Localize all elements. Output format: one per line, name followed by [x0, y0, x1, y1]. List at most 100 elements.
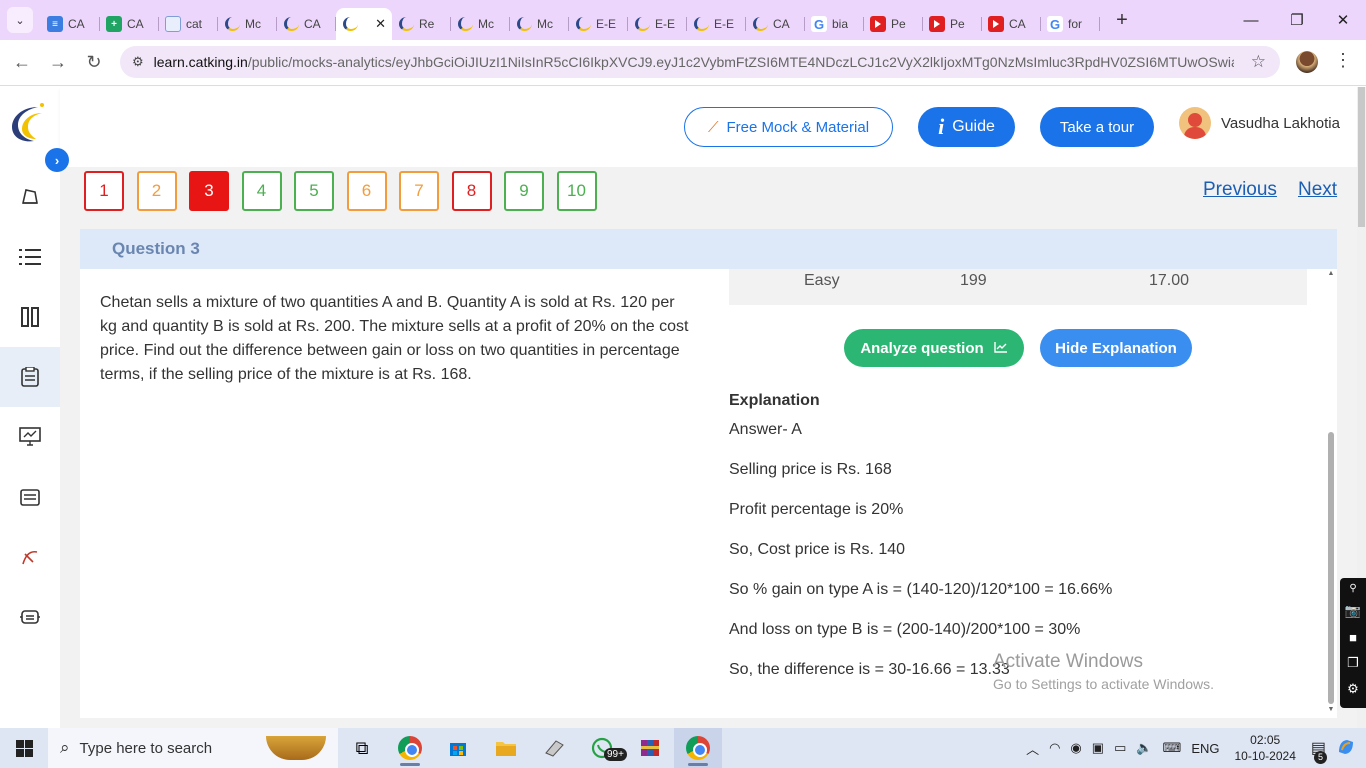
user-name[interactable]: Vasudha Lakhotia [1221, 115, 1340, 132]
browser-tab[interactable]: Pe [923, 8, 982, 40]
taskbar-clock[interactable]: 02:05 10-10-2024 [1234, 732, 1295, 764]
settings-gear-icon[interactable]: ⚙ [1340, 676, 1366, 702]
browser-tab[interactable]: Gbia [805, 8, 864, 40]
columns-icon[interactable] [0, 287, 60, 347]
support-icon[interactable] [0, 587, 60, 647]
winrar-icon[interactable] [626, 728, 674, 768]
monitor-icon[interactable] [0, 407, 60, 467]
ebook-icon[interactable] [0, 467, 60, 527]
browser-tab[interactable]: + CA [100, 8, 159, 40]
expand-sidebar-button[interactable]: › [45, 148, 69, 172]
chrome-active-taskbar-icon[interactable] [674, 728, 722, 768]
take-a-tour-button[interactable]: Take a tour [1040, 107, 1154, 147]
question-number-button[interactable]: 8 [451, 171, 492, 211]
action-icon[interactable]: ▣ [1092, 740, 1104, 756]
drive-app-icon[interactable] [530, 728, 578, 768]
free-mock-material-button[interactable]: ⟋ Free Mock & Material [684, 107, 893, 147]
network-icon[interactable]: ◠ [1049, 740, 1060, 756]
browser-profile-avatar[interactable] [1296, 51, 1318, 73]
browser-tab[interactable]: CA [277, 8, 336, 40]
close-tab-icon[interactable]: ✕ [375, 16, 386, 32]
back-button[interactable]: ← [4, 45, 40, 81]
page-scrollbar-thumb[interactable] [1358, 87, 1365, 227]
analyze-question-button[interactable]: Analyze question [844, 329, 1024, 367]
browser-tab[interactable]: ≡ CA [41, 8, 100, 40]
browser-tab[interactable]: E-E [628, 8, 687, 40]
keyboard-icon[interactable]: ⌨ [1163, 740, 1182, 756]
diya-lamp-icon [266, 736, 326, 760]
reload-button[interactable]: ↻ [76, 45, 112, 81]
browser-menu-icon[interactable]: ⋮ [1334, 50, 1352, 71]
previous-link[interactable]: Previous [1203, 179, 1277, 201]
notification-center-icon[interactable]: ▤ 5 [1311, 738, 1327, 764]
start-button[interactable] [0, 728, 48, 768]
new-tab-button[interactable]: + [1108, 9, 1136, 32]
user-avatar[interactable] [1179, 107, 1211, 139]
close-window-button[interactable]: ✕ [1320, 0, 1366, 40]
tab-list: ≡ CA + CA cat Mc CA ✕ Re Mc Mc E-E E-E E-E CA Gbia Pe Pe C… [41, 0, 1100, 40]
show-hidden-icons-chevron-icon[interactable]: ︿ [1026, 739, 1039, 758]
question-number-button[interactable]: 3 [189, 171, 229, 211]
forward-button[interactable]: → [40, 45, 76, 81]
app-header: ⟋ Free Mock & Material i Guide Take a to… [60, 87, 1357, 167]
catking-icon [398, 16, 414, 32]
catking-logo[interactable] [8, 101, 48, 145]
free-material-icon[interactable] [0, 527, 60, 587]
mock-analytics-icon[interactable] [0, 347, 60, 407]
link-icon[interactable]: ⚲ [1340, 578, 1366, 598]
browser-tab[interactable]: Pe [864, 8, 923, 40]
list-icon[interactable] [0, 227, 60, 287]
question-number-button[interactable]: 4 [241, 171, 282, 211]
question-number-button[interactable]: 1 [84, 171, 124, 211]
scroll-down-arrow-icon[interactable]: ▼ [1326, 706, 1336, 713]
question-number-button[interactable]: 10 [556, 171, 597, 211]
browser-tab[interactable]: Mc [218, 8, 277, 40]
minimize-button[interactable]: — [1228, 0, 1274, 40]
browser-tab-title: Mc [537, 17, 553, 31]
browser-tab[interactable]: CA [746, 8, 805, 40]
question-number-button[interactable]: 2 [136, 171, 177, 211]
browser-tab-title: CA [1009, 17, 1026, 31]
question-number-button[interactable]: 7 [399, 171, 439, 211]
task-view-icon[interactable]: ⧉ [338, 728, 386, 768]
battery-icon[interactable]: ▭ [1114, 740, 1126, 756]
browser-tab-active[interactable]: ✕ [336, 8, 392, 40]
tab-search-button[interactable]: ⌄ [7, 7, 33, 33]
question-number-button[interactable]: 9 [504, 171, 544, 211]
scrollbar-thumb[interactable] [1328, 432, 1334, 704]
windows-taskbar: ⌕ Type here to search ⧉ 99+ ︿ ◠ ◉ ▣ ▭ 🔈 … [0, 728, 1366, 768]
browser-tab[interactable]: Mc [451, 8, 510, 40]
browser-tab[interactable]: cat [159, 8, 218, 40]
volume-icon[interactable]: 🔈 [1136, 740, 1152, 756]
address-bar[interactable]: ⚙ learn.catking.in/public/mocks-analytic… [120, 46, 1280, 78]
browser-tab[interactable]: Gfor [1041, 8, 1100, 40]
browser-tab[interactable]: Mc [510, 8, 569, 40]
hide-explanation-button[interactable]: Hide Explanation [1040, 329, 1192, 367]
store-icon[interactable] [434, 728, 482, 768]
explanation-scrollbar[interactable]: ▲ ▼ [1326, 270, 1336, 716]
camera-icon[interactable]: 📷 [1340, 598, 1366, 624]
courses-icon[interactable] [0, 167, 60, 227]
taskbar-search[interactable]: ⌕ Type here to search [48, 728, 338, 768]
question-number-button[interactable]: 6 [346, 171, 387, 211]
browser-tab[interactable]: CA [982, 8, 1041, 40]
browser-tab[interactable]: Re [392, 8, 451, 40]
window-icon[interactable]: ❐ [1340, 650, 1366, 676]
next-link[interactable]: Next [1298, 179, 1337, 201]
guide-button[interactable]: i Guide [918, 107, 1015, 147]
chrome-taskbar-icon[interactable] [386, 728, 434, 768]
browser-tab[interactable]: E-E [687, 8, 746, 40]
restore-button[interactable]: ❐ [1274, 0, 1320, 40]
whatsapp-icon[interactable]: 99+ [578, 728, 627, 768]
scroll-up-arrow-icon[interactable]: ▲ [1326, 270, 1336, 277]
file-explorer-icon[interactable] [482, 728, 530, 768]
site-info-icon[interactable]: ⚙ [132, 54, 144, 70]
language-indicator[interactable]: ENG [1191, 741, 1219, 756]
browser-tab[interactable]: E-E [569, 8, 628, 40]
meet-now-icon[interactable]: ◉ [1070, 740, 1081, 756]
url-text[interactable]: learn.catking.in/public/mocks-analytics/… [154, 54, 1234, 70]
copilot-icon[interactable] [1336, 737, 1356, 760]
question-number-button[interactable]: 5 [294, 171, 334, 211]
bookmark-star-icon[interactable]: ☆ [1251, 52, 1266, 72]
video-icon[interactable]: ■ [1340, 624, 1366, 650]
